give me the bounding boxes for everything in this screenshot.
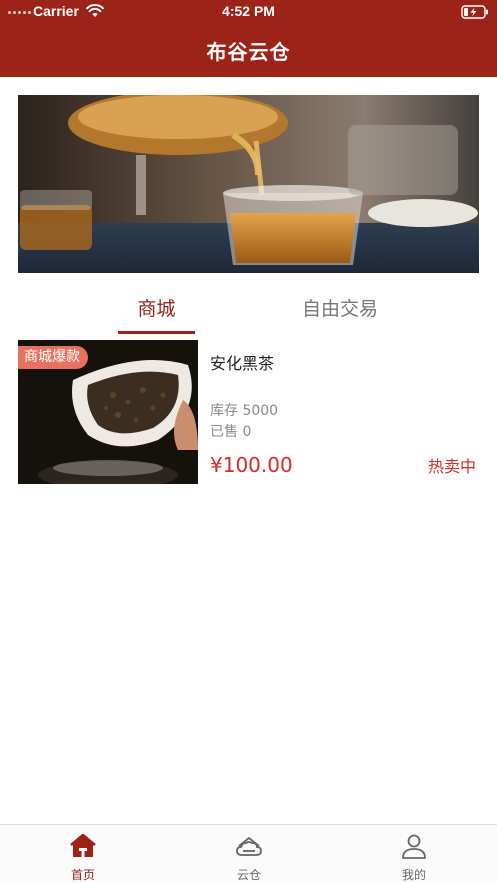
status-bar: Carrier 4:52 PM [0,0,497,24]
tab-mall[interactable]: 商城 [118,290,195,334]
home-icon [70,833,96,857]
product-stock: 库存 5000 [210,403,279,419]
tea-pouring-photo [18,95,479,273]
tab-free-trade[interactable]: 自由交易 [290,290,390,334]
product-image: 商城爆款 [18,340,198,484]
tab-free-trade-label: 自由交易 [301,298,378,320]
banner-image[interactable] [18,95,479,273]
tabbar-item-mine[interactable]: 我的 [374,825,454,883]
bottom-tab-bar: 首页 云仓 我的 [0,824,497,883]
clock: 4:52 PM [222,3,275,19]
cloud-warehouse-icon [236,837,262,856]
tabbar-label-home: 首页 [70,868,95,882]
product-name: 安化黑茶 [210,354,275,373]
active-tab-indicator [118,331,195,334]
tabbar-item-home[interactable]: 首页 [43,825,123,883]
tabbar-label-mine: 我的 [401,868,426,882]
user-icon [402,834,426,859]
product-badge: 商城爆款 [18,346,88,369]
nav-bar: 布谷云仓 [0,24,497,77]
tabbar-item-cloud-warehouse[interactable]: 云仓 [209,825,289,883]
product-status: 热卖中 [427,457,476,476]
product-card[interactable]: 商城爆款 安化黑茶 库存 5000 已售 0 ¥100.00 热卖中 [18,340,479,484]
page-title: 布谷云仓 [206,40,291,64]
tabbar-label-cloud-warehouse: 云仓 [236,868,261,882]
battery-charging-icon [461,5,488,19]
product-sold: 已售 0 [210,424,252,440]
segment-tabs: 商城 自由交易 [0,290,497,334]
tab-mall-label: 商城 [137,298,176,320]
product-price: ¥100.00 [210,453,293,477]
